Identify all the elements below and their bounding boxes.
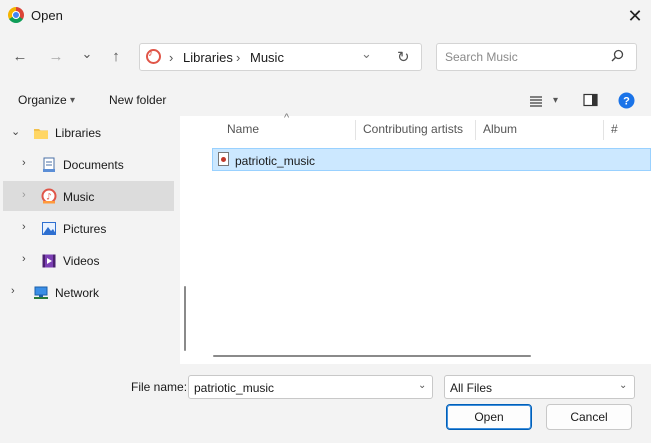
pictures-icon bbox=[42, 222, 56, 235]
recent-locations-button[interactable]: ⌄ bbox=[76, 43, 98, 65]
organize-button[interactable]: Organize bbox=[18, 93, 67, 107]
app-icon bbox=[8, 7, 24, 23]
new-folder-button[interactable]: New folder bbox=[109, 93, 166, 107]
column-divider[interactable] bbox=[603, 120, 604, 140]
search-input[interactable]: Search Music bbox=[445, 50, 518, 64]
chevron-down-icon[interactable]: ⌄ bbox=[11, 125, 20, 138]
column-divider[interactable] bbox=[355, 120, 356, 140]
view-dropdown-icon[interactable]: ▾ bbox=[553, 95, 558, 106]
sidebar-item-music[interactable]: › ♪ Music bbox=[0, 182, 175, 210]
file-name-dropdown-icon[interactable]: ⌄ bbox=[418, 380, 426, 391]
column-header-contributing-artists[interactable]: Contributing artists bbox=[363, 122, 463, 136]
file-type-dropdown-icon[interactable]: ⌄ bbox=[619, 380, 627, 391]
audio-file-icon bbox=[218, 152, 229, 166]
column-divider[interactable] bbox=[475, 120, 476, 140]
open-button[interactable]: Open bbox=[446, 404, 532, 430]
column-header-name[interactable]: Name bbox=[227, 122, 259, 136]
sidebar-item-pictures[interactable]: › Pictures bbox=[0, 214, 175, 242]
sidebar-item-network[interactable]: › Network bbox=[0, 278, 175, 306]
file-name-value[interactable]: patriotic_music bbox=[194, 381, 274, 395]
preview-pane-icon[interactable] bbox=[583, 93, 599, 108]
file-name-cell[interactable]: patriotic_music bbox=[235, 154, 315, 168]
organize-dropdown-icon: ▾ bbox=[70, 95, 76, 106]
sidebar-item-documents[interactable]: › Documents bbox=[0, 150, 175, 178]
column-header-number[interactable]: # bbox=[611, 122, 618, 136]
title-bar bbox=[0, 0, 651, 32]
breadcrumb-separator: › bbox=[169, 50, 174, 65]
refresh-button[interactable]: ↻ bbox=[397, 48, 410, 66]
chevron-right-icon[interactable]: › bbox=[22, 157, 26, 169]
close-button[interactable]: ✕ bbox=[622, 3, 648, 29]
svg-text:?: ? bbox=[623, 96, 630, 108]
address-dropdown-icon[interactable]: ⌄ bbox=[361, 46, 372, 62]
breadcrumb-libraries[interactable]: Libraries bbox=[183, 50, 233, 65]
back-button[interactable]: ← bbox=[9, 46, 31, 68]
file-list-horizontal-scrollbar[interactable] bbox=[213, 355, 531, 357]
breadcrumb-music[interactable]: Music bbox=[250, 50, 284, 65]
sidebar-item-label: Music bbox=[63, 190, 95, 204]
chevron-right-icon[interactable]: › bbox=[11, 285, 15, 297]
search-icon[interactable] bbox=[609, 48, 625, 64]
folder-icon bbox=[34, 129, 48, 139]
cancel-button[interactable]: Cancel bbox=[546, 404, 632, 430]
sort-ascending-icon: ^ bbox=[284, 112, 290, 124]
view-options-icon[interactable] bbox=[529, 94, 543, 108]
sidebar-item-label: Network bbox=[55, 286, 100, 300]
sidebar-item-label: Videos bbox=[63, 254, 100, 268]
videos-icon bbox=[42, 254, 56, 268]
network-icon bbox=[34, 286, 48, 299]
sidebar-item-libraries[interactable]: ⌄ Libraries bbox=[0, 118, 175, 146]
window-title: Open bbox=[31, 8, 63, 23]
music-library-icon bbox=[146, 48, 161, 64]
help-icon[interactable]: ? bbox=[618, 92, 635, 109]
forward-button[interactable]: → bbox=[45, 46, 67, 68]
music-icon: ♪ bbox=[41, 188, 57, 204]
chevron-right-icon[interactable]: › bbox=[22, 189, 26, 201]
up-button[interactable]: ↑ bbox=[105, 46, 127, 68]
sidebar-scrollbar[interactable] bbox=[184, 286, 186, 351]
chevron-right-icon[interactable]: › bbox=[22, 221, 26, 233]
sidebar-item-videos[interactable]: › Videos bbox=[0, 246, 175, 274]
documents-icon bbox=[43, 157, 55, 172]
breadcrumb-separator: › bbox=[236, 50, 241, 65]
column-header-album[interactable]: Album bbox=[483, 122, 517, 136]
file-name-label: File name: bbox=[131, 380, 188, 394]
sidebar-item-label: Documents bbox=[63, 158, 124, 172]
file-type-value[interactable]: All Files bbox=[450, 381, 492, 395]
sidebar-item-label: Pictures bbox=[63, 222, 107, 236]
sidebar-item-label: Libraries bbox=[55, 126, 102, 140]
chevron-right-icon[interactable]: › bbox=[22, 253, 26, 265]
